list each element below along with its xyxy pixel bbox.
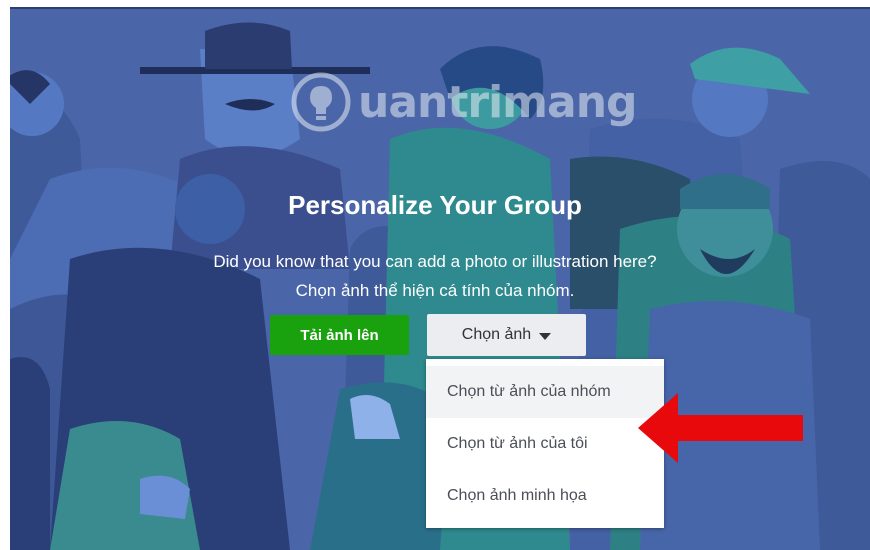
cover-subtitle-line1: Did you know that you can add a photo or… <box>213 252 657 271</box>
red-arrow-icon <box>638 393 803 463</box>
choose-photo-menu: Chọn từ ảnh của nhóm Chọn từ ảnh của tôi… <box>426 359 664 528</box>
cover-subtitle-line2: Chọn ảnh thể hiện cá tính của nhóm. <box>295 281 575 300</box>
caret-down-icon <box>539 332 552 340</box>
lightbulb-icon <box>291 72 351 132</box>
watermark-text: uantrimang <box>358 76 638 128</box>
menu-item-illustrations[interactable]: Chọn ảnh minh họa <box>426 470 664 522</box>
choose-photo-button[interactable]: Chọn ảnh <box>427 314 586 356</box>
group-cover-area: uantrimang Personalize Your Group Did yo… <box>10 9 870 550</box>
cover-title: Personalize Your Group <box>288 190 582 220</box>
screenshot-frame: uantrimang Personalize Your Group Did yo… <box>0 0 870 550</box>
top-bar <box>0 0 870 9</box>
choose-photo-label: Chọn ảnh <box>461 326 532 343</box>
menu-item-my-photos[interactable]: Chọn từ ảnh của tôi <box>426 418 664 470</box>
upload-photo-button[interactable]: Tải ảnh lên <box>270 315 409 355</box>
watermark: uantrimang <box>290 67 638 137</box>
menu-item-group-photos[interactable]: Chọn từ ảnh của nhóm <box>426 366 664 418</box>
